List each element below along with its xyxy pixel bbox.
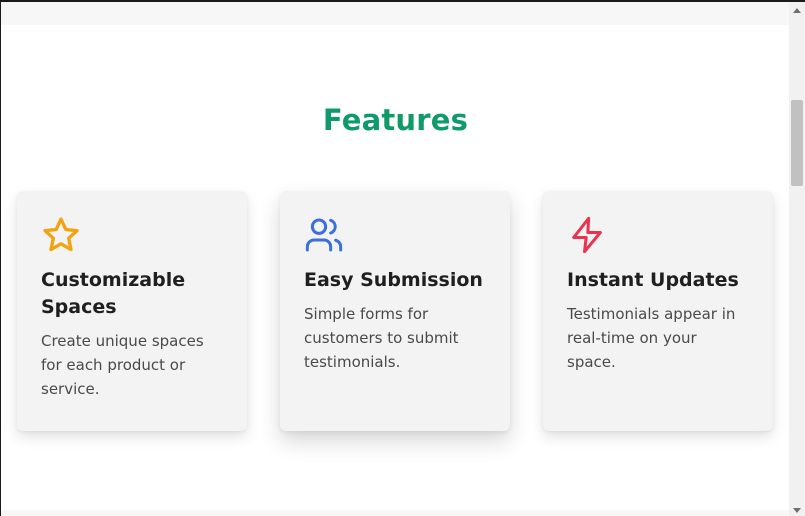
feature-title: Customizable Spaces <box>41 269 186 318</box>
scroll-up-arrow-icon[interactable] <box>793 8 801 13</box>
previous-section-edge <box>1 2 790 25</box>
feature-title: Instant Updates <box>567 269 739 291</box>
feature-description: Create unique spaces for each product or… <box>41 332 204 398</box>
lightning-icon <box>572 216 602 254</box>
star-icon <box>43 217 79 252</box>
section-title: Features <box>322 103 469 137</box>
feature-title: Easy Submission <box>304 269 483 291</box>
feature-description: Testimonials appear in real-time on your… <box>567 305 736 371</box>
users-icon <box>305 218 343 252</box>
browser-viewport: Features Customizable Spaces Create uniq… <box>0 0 805 516</box>
feature-card-instant-updates: Instant Updates Testimonials appear in r… <box>543 191 773 431</box>
feature-card-customizable-spaces: Customizable Spaces Create unique spaces… <box>17 191 247 431</box>
feature-description: Simple forms for customers to submit tes… <box>304 305 459 371</box>
feature-card-easy-submission: Easy Submission Simple forms for custome… <box>280 191 510 431</box>
features-section: Features Customizable Spaces Create uniq… <box>1 25 790 510</box>
scrollbar-thumb[interactable] <box>791 100 803 186</box>
scroll-down-arrow-icon[interactable] <box>793 508 801 513</box>
vertical-scrollbar[interactable] <box>789 2 805 516</box>
next-section-edge <box>1 510 790 516</box>
